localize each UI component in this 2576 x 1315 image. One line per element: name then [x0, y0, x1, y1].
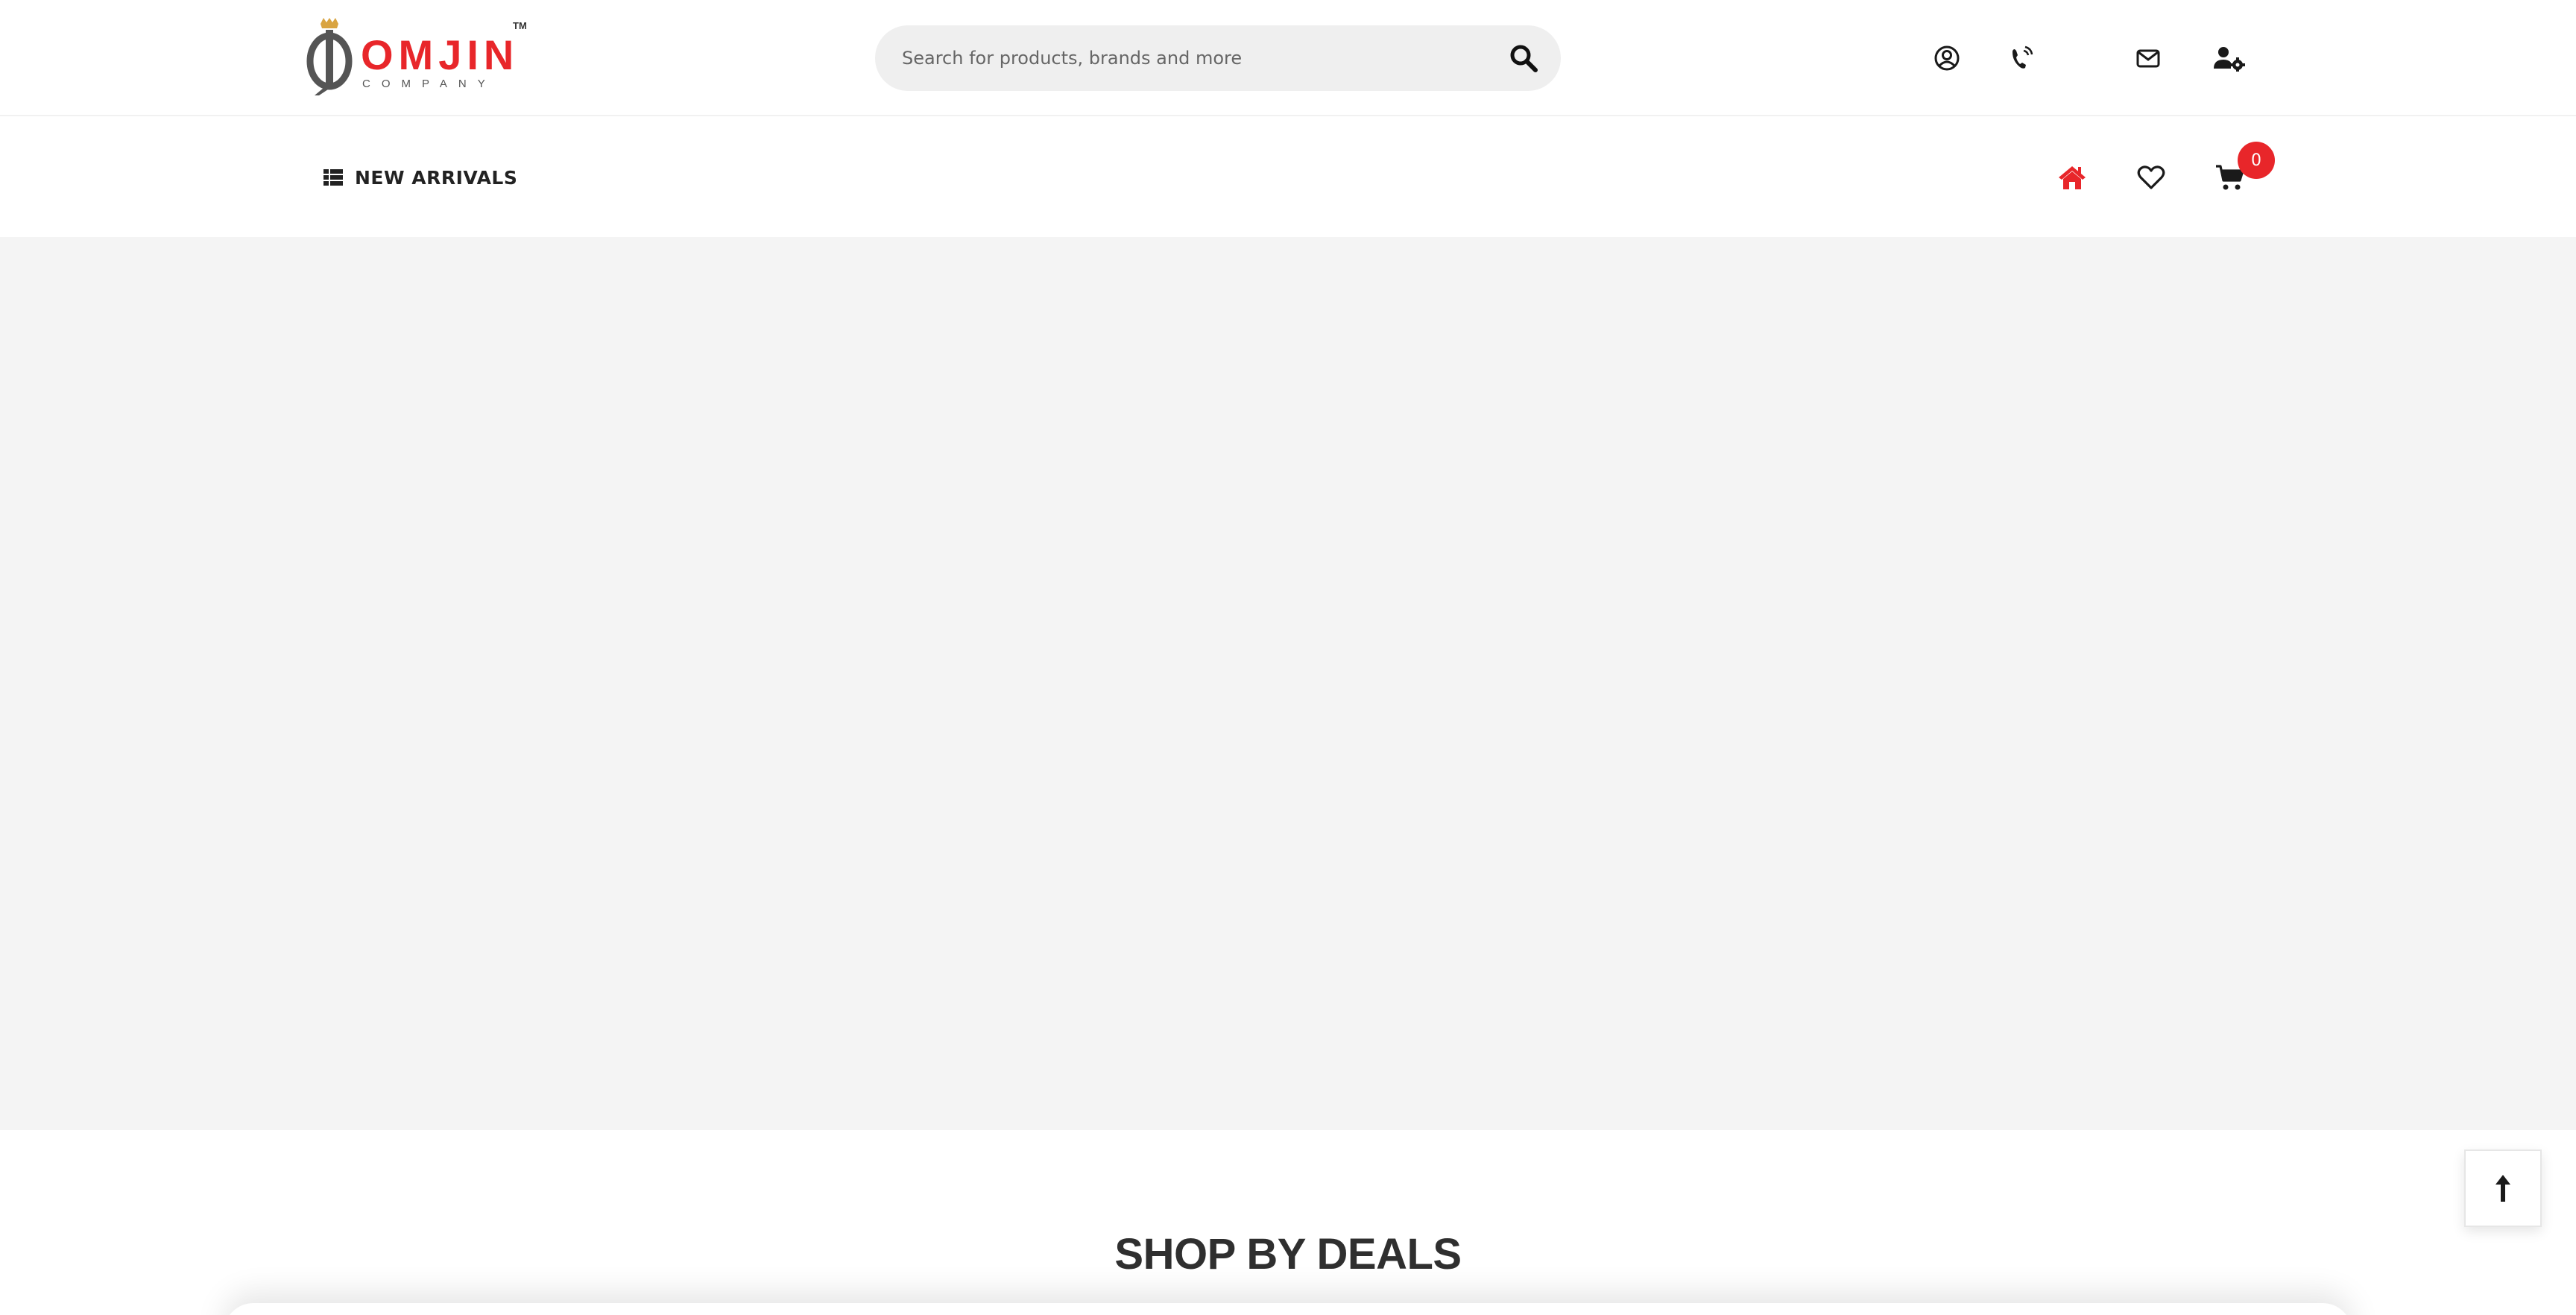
heart-icon: [2137, 165, 2165, 189]
deals-heading: SHOP BY DEALS: [1114, 1230, 1462, 1278]
account-button[interactable]: [1926, 37, 1968, 79]
new-arrivals-label: NEW ARRIVALS: [355, 166, 518, 189]
search-icon: [1510, 45, 1538, 72]
user-gear-icon: [2214, 47, 2245, 72]
wishlist-button[interactable]: [2130, 157, 2172, 198]
phone-ring-icon: [2012, 45, 2033, 69]
brand-name: OMJIN: [361, 31, 520, 78]
mail-button[interactable]: [2127, 37, 2169, 79]
arrow-up-icon: [2496, 1175, 2510, 1202]
nav-bar: NEW ARRIVALS 0: [0, 118, 2576, 237]
call-button[interactable]: [2001, 37, 2042, 79]
home-button[interactable]: [2051, 157, 2093, 198]
brand-subtitle: COMPANY: [362, 78, 496, 90]
deals-carousel: [224, 1303, 2352, 1315]
search-input[interactable]: [900, 40, 1482, 76]
hero-banner: [0, 237, 2576, 1130]
scroll-to-top-button[interactable]: [2464, 1150, 2542, 1227]
home-icon: [2059, 166, 2086, 189]
trademark-mark: TM: [513, 20, 527, 31]
cart-count-badge: 0: [2238, 142, 2275, 179]
list-icon: [323, 169, 343, 186]
user-settings-button[interactable]: [2208, 37, 2250, 79]
envelope-icon: [2136, 49, 2160, 68]
search-bar: [875, 25, 1561, 91]
new-arrivals-menu[interactable]: NEW ARRIVALS: [323, 160, 517, 195]
user-circle-icon: [1934, 45, 1960, 71]
shop-by-deals-section: SHOP BY DEALS: [0, 1130, 2576, 1315]
search-button[interactable]: [1506, 40, 1541, 76]
brand-logo[interactable]: OMJIN COMPANY TM: [303, 18, 527, 95]
top-header: OMJIN COMPANY TM: [0, 0, 2576, 116]
page: OMJIN COMPANY TM Search for products, br…: [0, 0, 2576, 1315]
logo-mark-icon: [306, 18, 353, 95]
